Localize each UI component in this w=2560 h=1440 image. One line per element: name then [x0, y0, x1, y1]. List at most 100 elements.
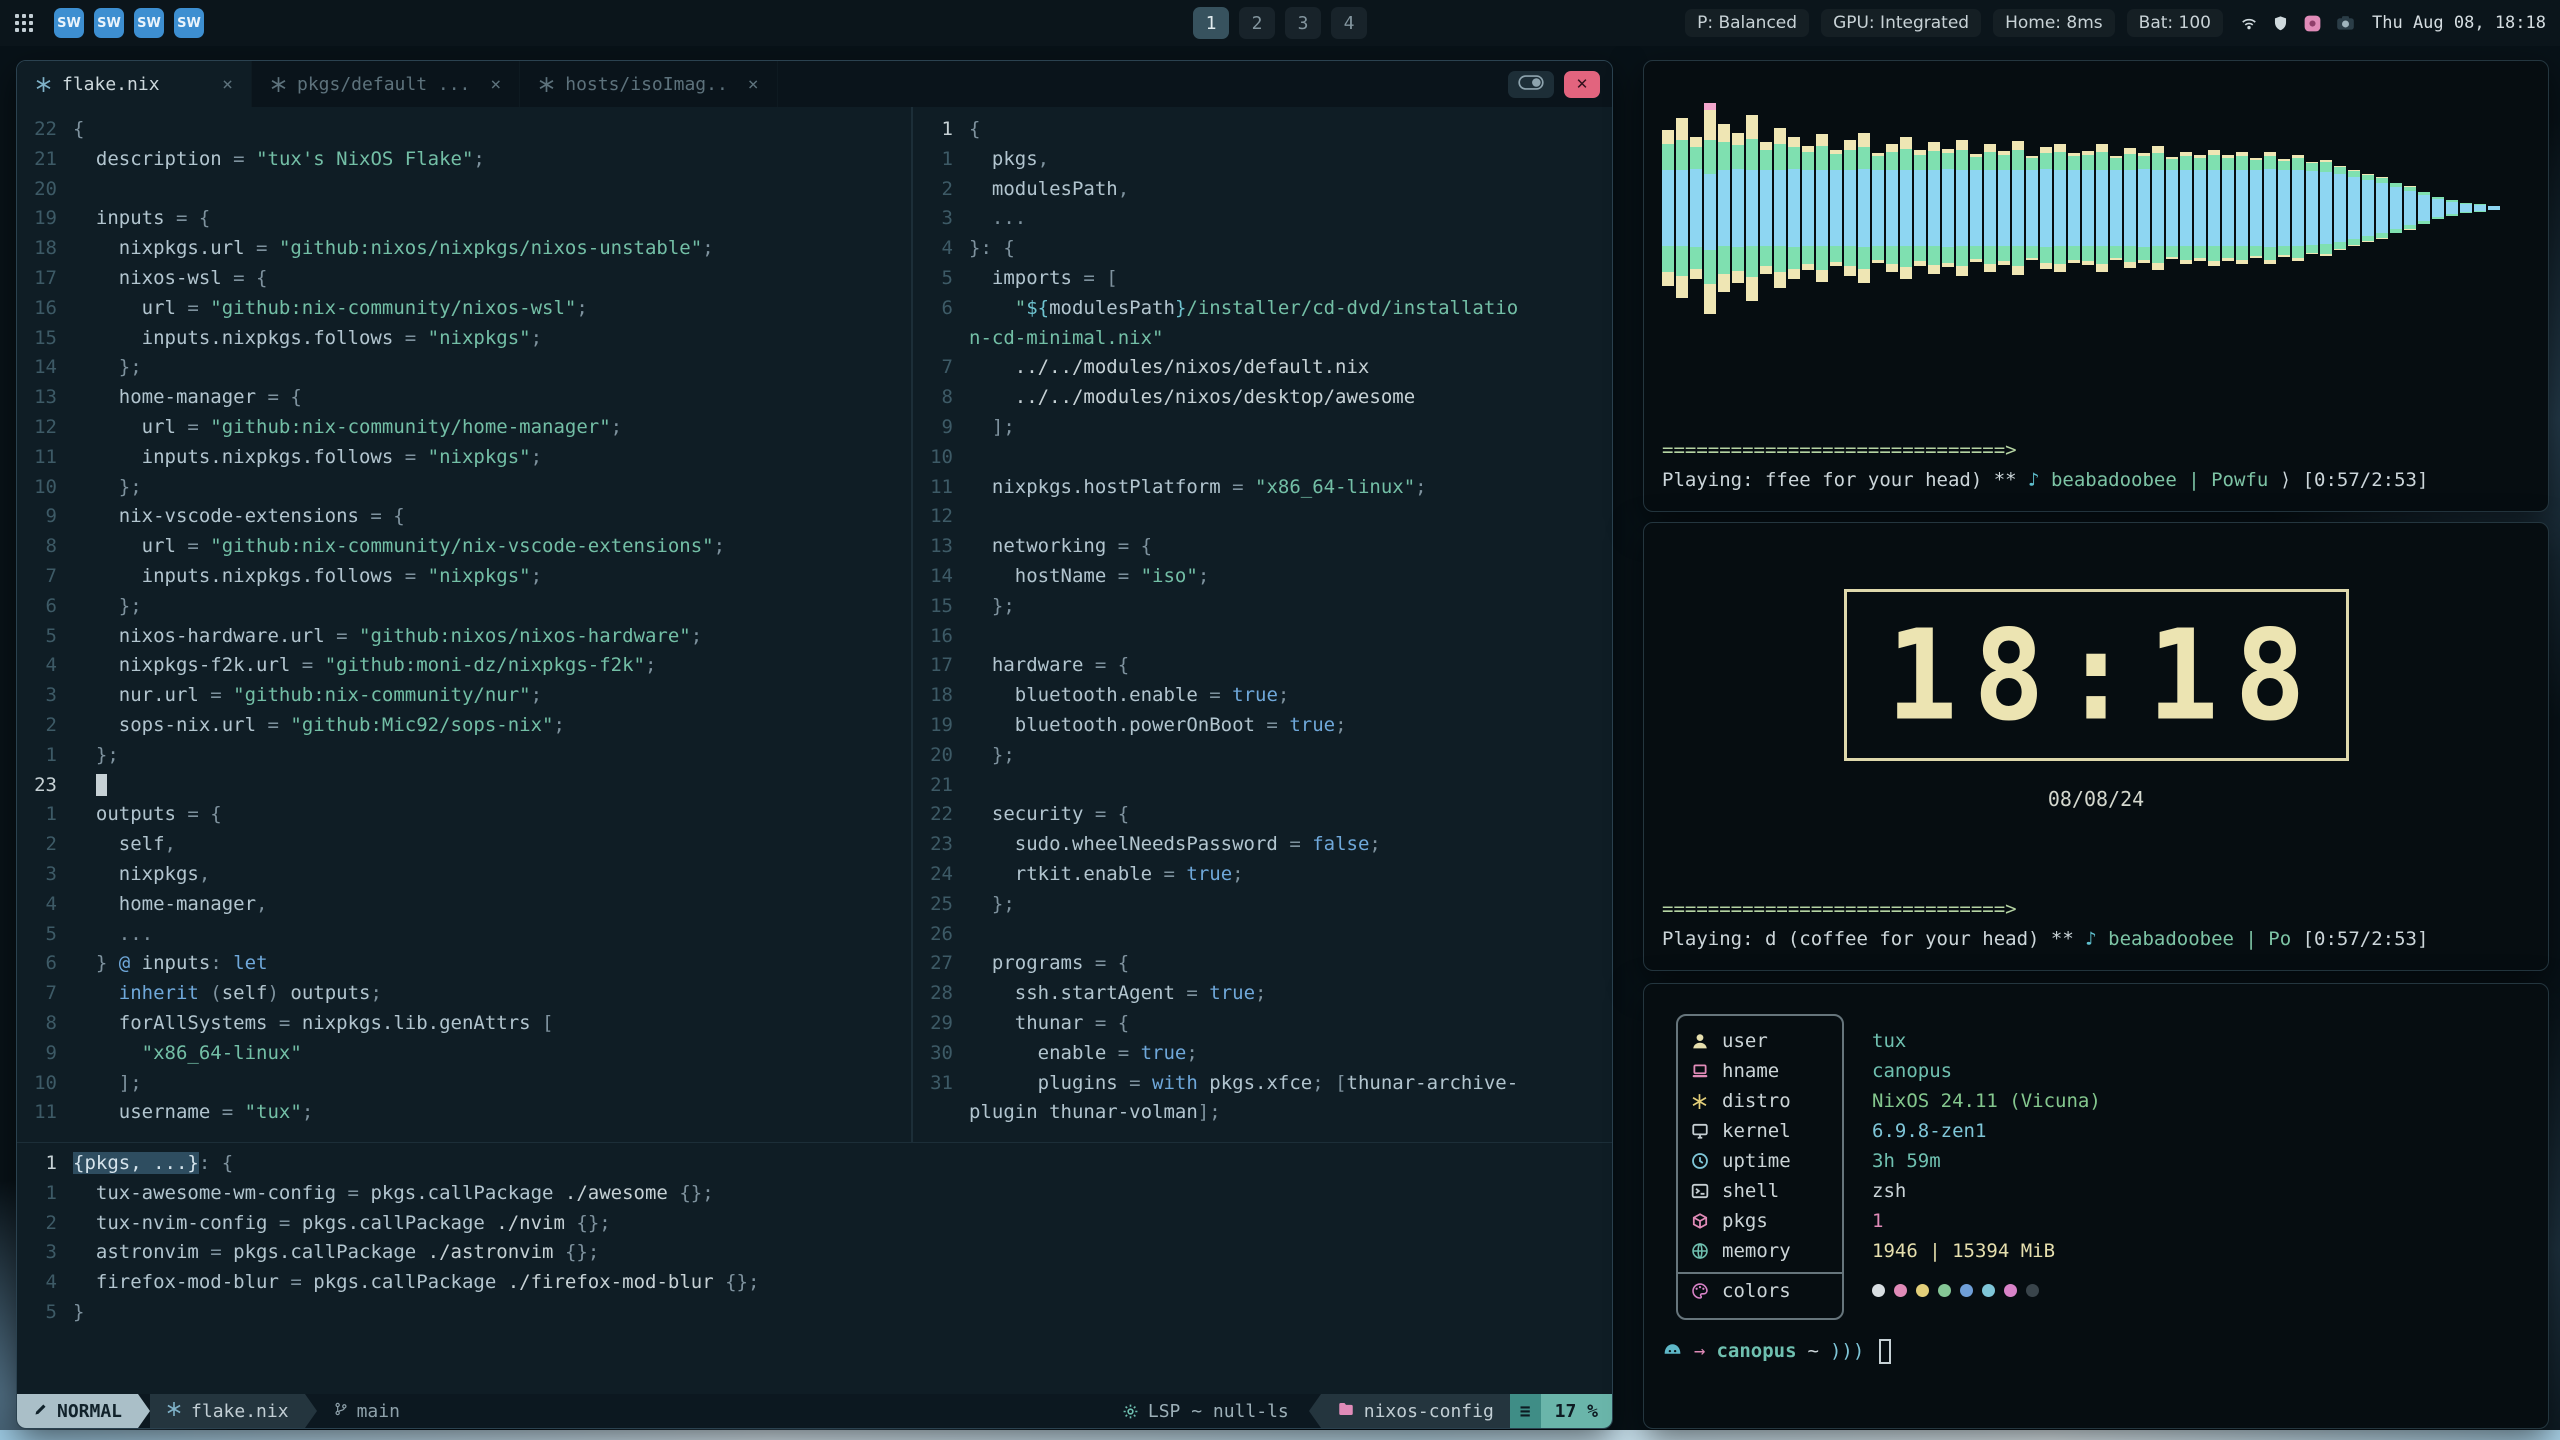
app-icon[interactable]: SW	[94, 8, 124, 38]
color-swatch-icon[interactable]	[2302, 13, 2323, 34]
gear-icon	[1122, 1403, 1139, 1420]
code-line: 23 sudo.wheelNeedsPassword = false;	[913, 830, 1612, 860]
git-branch[interactable]: main	[333, 1401, 400, 1422]
viz-column	[2404, 186, 2416, 230]
code-line: 20	[17, 175, 911, 205]
code-line: 1 pkgs,	[913, 145, 1612, 175]
viz-column	[1788, 137, 1800, 279]
code-line: 3 nur.url = "github:nix-community/nur";	[17, 681, 911, 711]
code-line: 14 };	[17, 353, 911, 383]
editor-tab[interactable]: hosts/isoImag..×	[520, 61, 777, 107]
viz-column	[2460, 203, 2472, 213]
line-number: 8	[17, 1009, 73, 1039]
code-line: 5}	[17, 1298, 1612, 1328]
viz-column	[1970, 154, 1982, 262]
code-line: 19 inputs = {	[17, 204, 911, 234]
file-segment[interactable]: flake.nix	[150, 1394, 305, 1428]
code-line: 5 imports = [	[913, 264, 1612, 294]
top-bar: SW SW SW SW 1234 P: BalancedGPU: Integrated…	[0, 0, 2560, 46]
code-line: 24 rtkit.enable = true;	[913, 860, 1612, 890]
statusline: NORMAL flake.nix main LSP ~ null-ls	[17, 1394, 1612, 1428]
line-number: 2	[17, 1209, 73, 1239]
code-line: 7 inputs.nixpkgs.follows = "nixpkgs";	[17, 562, 911, 592]
code-line: 20 };	[913, 741, 1612, 771]
line-number: 5	[17, 1298, 73, 1328]
color-dot	[1982, 1284, 1995, 1297]
nix-snowflake-icon	[35, 76, 52, 93]
editor-pane-left[interactable]: 22{21 description = "tux's NixOS Flake";…	[17, 107, 911, 1142]
viz-column	[1928, 142, 1940, 274]
workspace-button-2[interactable]: 2	[1239, 7, 1275, 39]
palette-icon	[1691, 1282, 1711, 1300]
editor-tab[interactable]: flake.nix×	[17, 61, 252, 107]
shield-icon[interactable]	[2271, 14, 2290, 33]
line-number: 18	[17, 234, 73, 264]
viz-column	[2264, 152, 2276, 264]
clock-date: 08/08/24	[1662, 787, 2530, 811]
scroll-percent: 17 %	[1541, 1394, 1612, 1428]
terminal-cursor	[1879, 1339, 1891, 1364]
code-line: 11 nixpkgs.hostPlatform = "x86_64-linux"…	[913, 473, 1612, 503]
close-window-button[interactable]: ✕	[1564, 71, 1600, 98]
folder-icon	[1337, 1400, 1355, 1423]
viz-column	[1816, 134, 1828, 282]
system-status: P: BalancedGPU: IntegratedHome: 8msBat: …	[1685, 9, 2223, 37]
fetch-row-user: usertux	[1676, 1026, 2530, 1056]
viz-column	[2054, 144, 2066, 272]
nix-snowflake-icon	[270, 76, 287, 93]
app-icon[interactable]: SW	[174, 8, 204, 38]
color-dot	[1894, 1284, 1907, 1297]
line-number: 28	[913, 979, 969, 1009]
line-number: 21	[913, 771, 969, 801]
fetch-label: hname	[1722, 1060, 1779, 1082]
editor-pane-right[interactable]: 1{1 pkgs,2 modulesPath,3 ...4}: {5 impor…	[913, 107, 1612, 1142]
viz-column	[1802, 146, 1814, 270]
editor-tab[interactable]: pkgs/default ...×	[252, 61, 520, 107]
project-segment[interactable]: nixos-config	[1321, 1394, 1510, 1428]
line-number: 2	[17, 830, 73, 860]
viz-column	[1774, 128, 1786, 288]
prompt-path: ~	[1808, 1340, 1819, 1362]
code-line: 4 firefox-mod-blur = pkgs.callPackage ./…	[17, 1268, 1612, 1298]
tab-close-icon[interactable]: ×	[738, 74, 759, 95]
code-line: 8 ../../modules/nixos/desktop/awesome	[913, 383, 1612, 413]
shell-icon	[1691, 1182, 1711, 1200]
fetch-window: usertuxhnamecanopusdistroNixOS 24.11 (Vi…	[1643, 983, 2549, 1429]
viz-column	[1830, 150, 1842, 266]
prompt-arrow: →	[1694, 1340, 1705, 1362]
app-icon[interactable]: SW	[134, 8, 164, 38]
toggle-button[interactable]	[1508, 71, 1554, 98]
code-line: 10	[913, 443, 1612, 473]
tab-close-icon[interactable]: ×	[212, 74, 233, 95]
workspace-button-4[interactable]: 4	[1331, 7, 1367, 39]
line-number: 11	[913, 473, 969, 503]
packages-icon	[1691, 1212, 1711, 1230]
workspace-button-3[interactable]: 3	[1285, 7, 1321, 39]
screenshot-icon[interactable]	[2335, 13, 2356, 34]
fetch-label: distro	[1722, 1090, 1791, 1112]
code-line: 1 outputs = {	[17, 800, 911, 830]
line-number: 6	[913, 294, 969, 324]
app-icon[interactable]: SW	[54, 8, 84, 38]
code-line: 22 security = {	[913, 800, 1612, 830]
code-line: 15 inputs.nixpkgs.follows = "nixpkgs";	[17, 324, 911, 354]
tab-close-icon[interactable]: ×	[480, 74, 501, 95]
datetime[interactable]: Thu Aug 08, 18:18	[2372, 13, 2546, 33]
code-line: 13 home-manager = {	[17, 383, 911, 413]
color-dot	[2004, 1284, 2017, 1297]
network-icon[interactable]	[2239, 13, 2259, 33]
color-dot	[1872, 1284, 1885, 1297]
fetch-row-hname: hnamecanopus	[1676, 1056, 2530, 1086]
editor-pane-bottom[interactable]: 1{pkgs, ...}: {1 tux-awesome-wm-config =…	[17, 1142, 1612, 1394]
line-number: 20	[17, 175, 73, 205]
scroll-icon: ≡	[1510, 1394, 1541, 1428]
apps-grid-icon[interactable]	[14, 13, 34, 33]
line-number: 4	[17, 890, 73, 920]
line-number: 3	[913, 204, 969, 234]
fetch-label: colors	[1722, 1280, 1791, 1302]
viz-column	[2152, 146, 2164, 270]
line-number: 4	[17, 651, 73, 681]
shell-prompt[interactable]: → canopus ~ )))	[1662, 1338, 2530, 1364]
workspace-button-1[interactable]: 1	[1193, 7, 1229, 39]
line-number: 22	[913, 800, 969, 830]
